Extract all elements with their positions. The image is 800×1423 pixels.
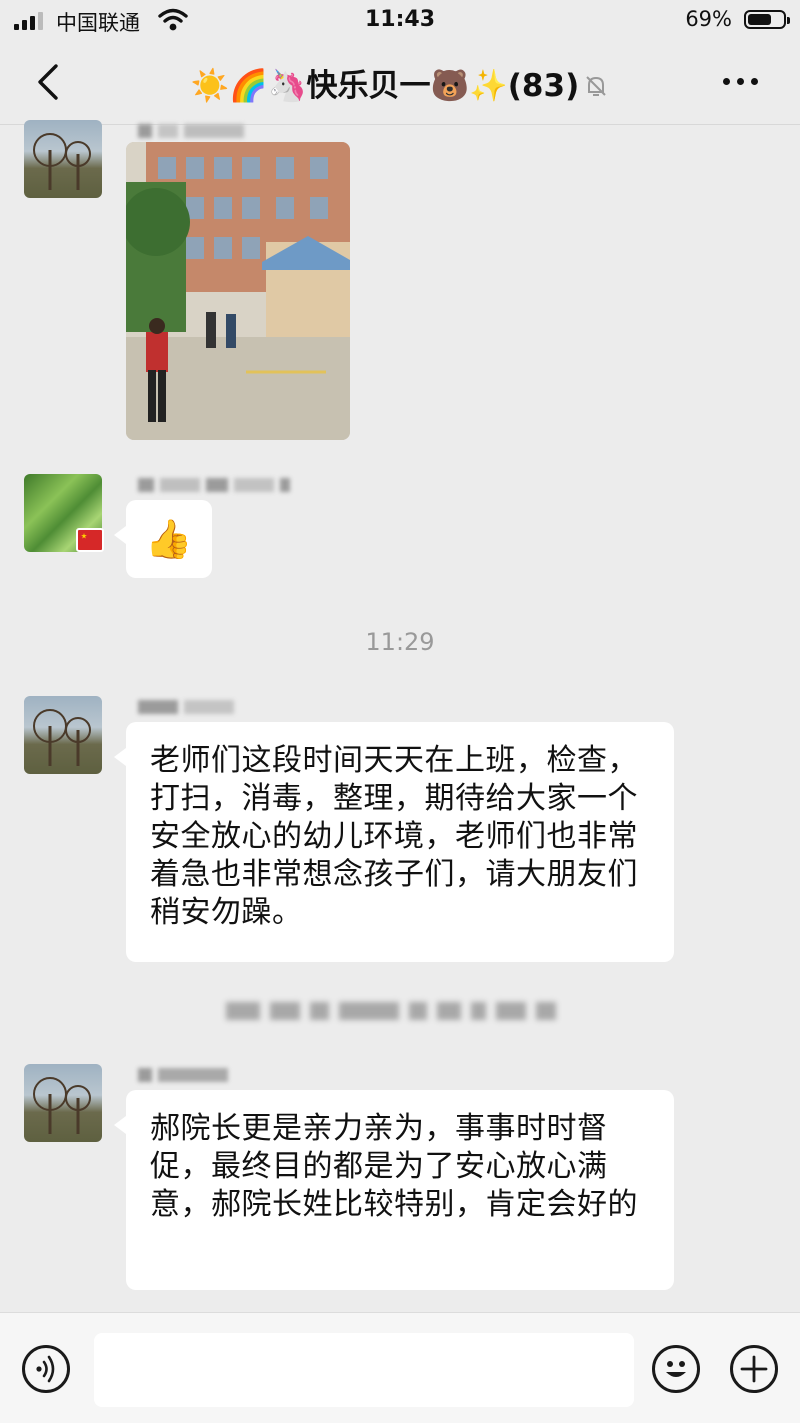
more-icon[interactable] bbox=[723, 78, 758, 85]
china-flag-badge bbox=[76, 528, 104, 552]
ferris-wheel-image bbox=[33, 1077, 91, 1134]
plus-icon[interactable] bbox=[730, 1345, 778, 1393]
message-timestamp: 11:29 bbox=[365, 628, 435, 656]
avatar[interactable] bbox=[24, 1064, 102, 1142]
input-bar bbox=[0, 1312, 800, 1423]
voice-icon[interactable] bbox=[22, 1345, 70, 1393]
ferris-wheel-image bbox=[33, 133, 91, 190]
thumbs-up-emoji: 👍 bbox=[145, 517, 193, 561]
status-bar: 中国联通 11:43 69% bbox=[0, 0, 800, 40]
status-time: 11:43 bbox=[364, 7, 436, 32]
bell-off-icon bbox=[586, 76, 606, 96]
school-gate-photo bbox=[126, 142, 350, 440]
smiley-icon[interactable] bbox=[652, 1345, 700, 1393]
battery-percent: 69% bbox=[685, 7, 732, 31]
message-text: 郝院长更是亲力亲为，事事时时督促，最终目的都是为了安心放心满意，郝院长姓比较特别… bbox=[150, 1111, 638, 1222]
chat-title[interactable]: ☀️🌈🦄快乐贝一🐻✨(83) bbox=[0, 60, 800, 105]
message-text: 老师们这段时间天天在上班，检查，打扫，消毒，整理，期待给大家一个安全放心的幼儿环… bbox=[150, 743, 638, 930]
avatar[interactable] bbox=[24, 696, 102, 774]
text-message-bubble[interactable]: 老师们这段时间天天在上班，检查，打扫，消毒，整理，期待给大家一个安全放心的幼儿环… bbox=[114, 722, 674, 962]
sender-name-blurred bbox=[138, 474, 290, 496]
chat-title-text: ☀️🌈🦄快乐贝一🐻✨(83) bbox=[190, 68, 580, 104]
sender-name-blurred bbox=[138, 1064, 228, 1086]
sender-name-blurred bbox=[138, 696, 234, 718]
battery-fill bbox=[748, 14, 772, 25]
battery-icon bbox=[744, 10, 790, 29]
message-input[interactable] bbox=[94, 1333, 634, 1407]
ferris-wheel-image bbox=[33, 709, 91, 766]
photo-message[interactable] bbox=[126, 142, 350, 440]
text-message-bubble[interactable]: 郝院长更是亲力亲为，事事时时督促，最终目的都是为了安心放心满意，郝院长姓比较特别… bbox=[114, 1090, 674, 1290]
system-notice-blurred bbox=[226, 996, 557, 1026]
avatar[interactable] bbox=[24, 120, 102, 198]
chat-header: ☀️🌈🦄快乐贝一🐻✨(83) bbox=[0, 40, 800, 125]
emoji-message-bubble[interactable]: 👍 bbox=[114, 500, 212, 578]
sender-name-blurred bbox=[138, 120, 244, 142]
